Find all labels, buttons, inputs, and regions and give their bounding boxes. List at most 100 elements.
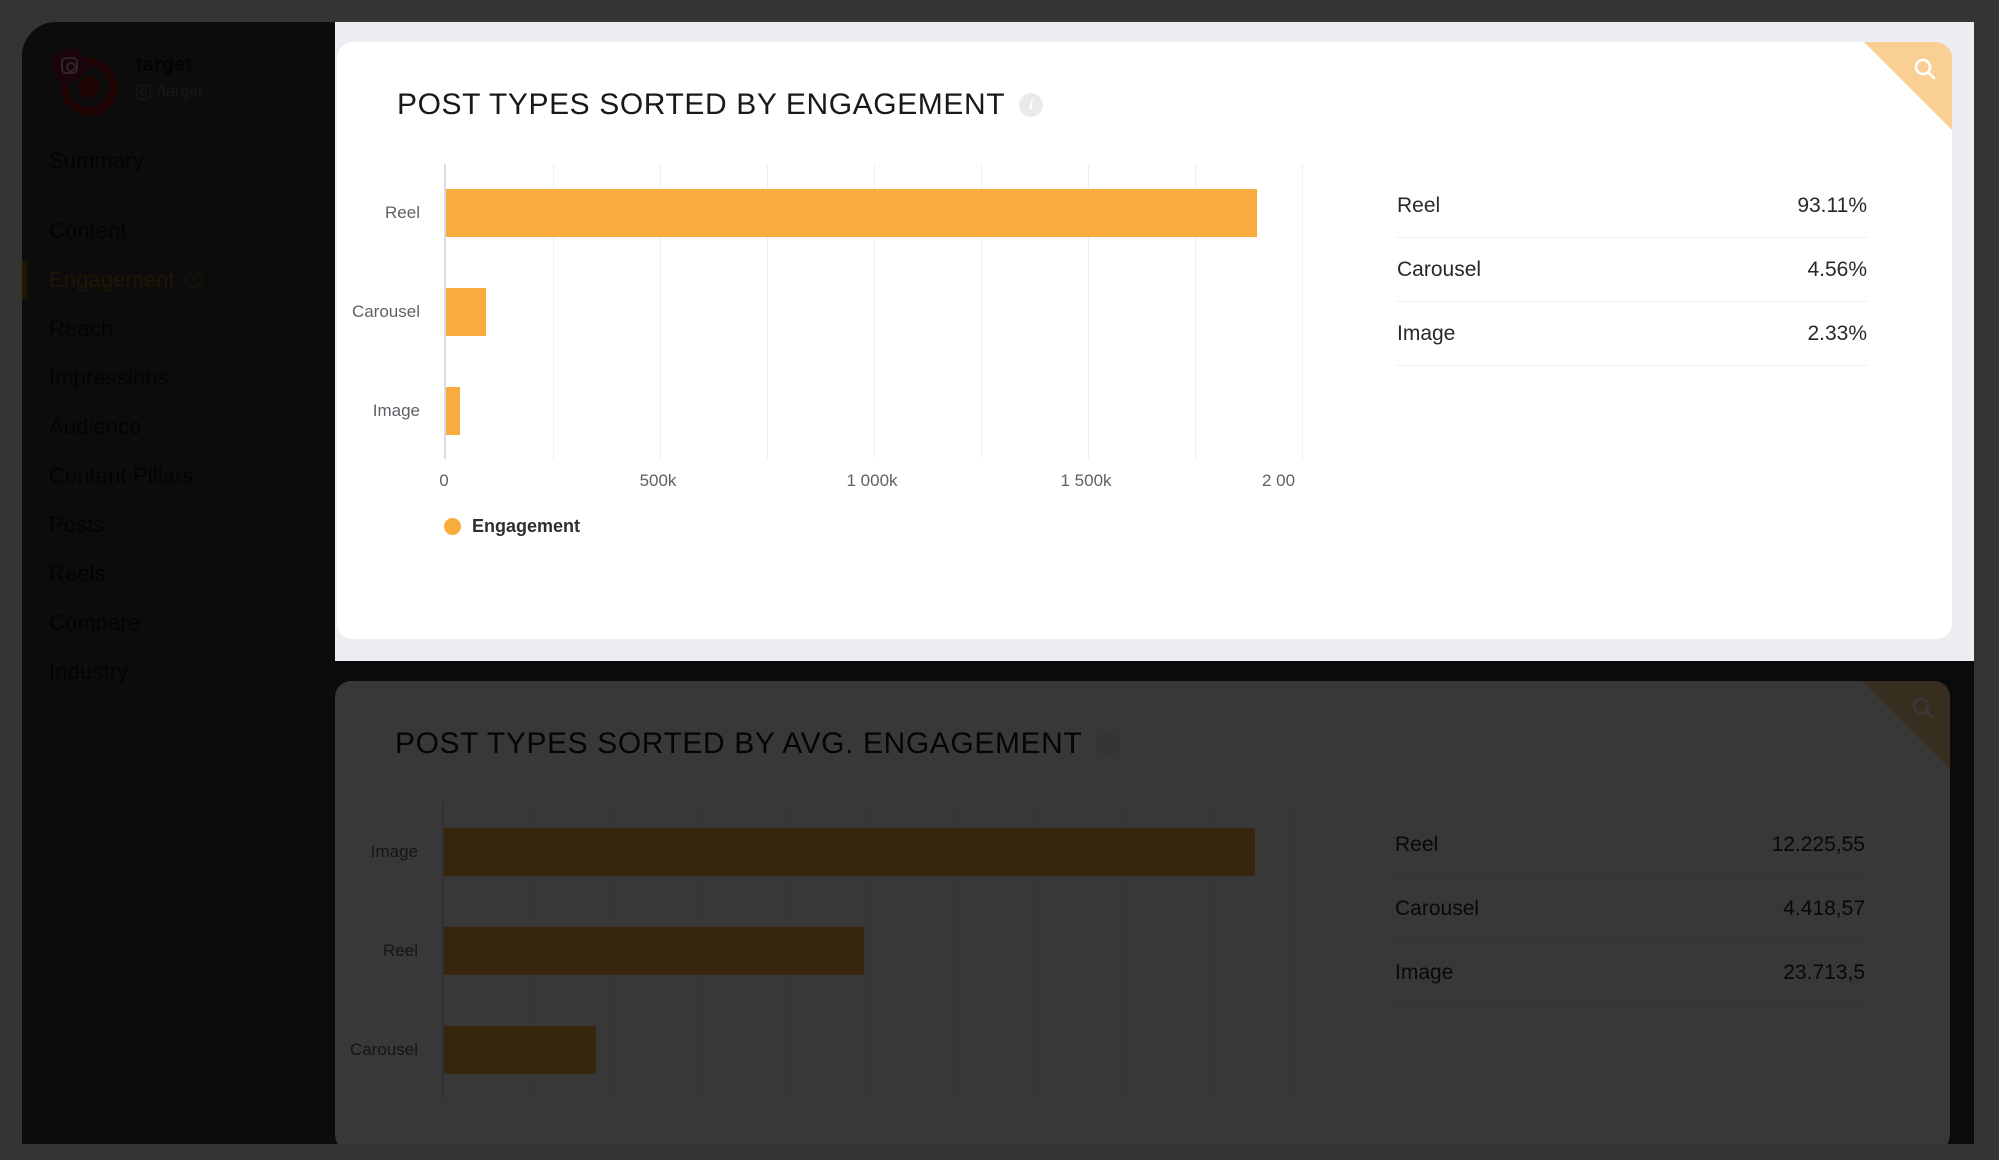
target-logo-center — [78, 76, 100, 98]
sidebar-item-label: Content — [49, 217, 127, 243]
bar-image[interactable] — [444, 828, 1255, 876]
y-axis-labels: Reel Carousel Image — [337, 164, 432, 459]
sidebar-item-impressions[interactable]: Impressions — [22, 353, 335, 402]
bar-reel[interactable] — [444, 927, 864, 975]
bar-image[interactable] — [446, 387, 460, 435]
chart-body: Image Reel Carousel Reel 12.225,55 Carou… — [335, 761, 1950, 1098]
bar-carousel[interactable] — [446, 288, 486, 336]
card-title: POST TYPES SORTED BY ENGAGEMENT — [397, 88, 1006, 121]
sidebar-item-reels[interactable]: Reels — [22, 549, 335, 598]
table-row[interactable]: Image 23.713,5 — [1395, 941, 1865, 1005]
table-row[interactable]: Image 2.33% — [1397, 302, 1867, 366]
chart-plot-wrap: Reel Carousel Image — [337, 122, 1397, 536]
sidebar-item-engagement[interactable]: Engagement ? — [22, 255, 335, 304]
bar-chart: Image Reel Carousel — [335, 803, 1395, 1098]
bar-chart: Reel Carousel Image — [337, 164, 1397, 536]
sidebar-item-summary[interactable]: Summary — [22, 136, 335, 185]
gridline — [1294, 803, 1295, 1098]
legend-label: Engagement — [472, 516, 581, 536]
stat-label: Image — [1395, 960, 1454, 984]
stat-value: 4.56% — [1807, 257, 1867, 281]
stat-value: 12.225,55 — [1771, 832, 1865, 856]
stat-label: Reel — [1397, 193, 1441, 217]
x-axis-tick-label: 1 000k — [846, 471, 898, 490]
stat-value: 93.11% — [1797, 193, 1867, 217]
card-search-ribbon[interactable] — [1864, 42, 1952, 130]
card-header: POST TYPES SORTED BY ENGAGEMENT i — [337, 42, 1952, 122]
sidebar-item-audience[interactable]: Audience — [22, 402, 335, 451]
info-icon[interactable]: i — [1019, 93, 1044, 117]
stat-value: 23.713,5 — [1783, 960, 1865, 984]
sidebar-item-label: Compare — [49, 609, 141, 635]
sidebar-item-reach[interactable]: Reach — [22, 304, 335, 353]
sidebar-item-label: Engagement — [49, 266, 175, 292]
x-axis-tick-label: 2 00 — [1262, 471, 1296, 490]
x-axis-tick-label: 1 500k — [1060, 471, 1112, 490]
sidebar-item-posts[interactable]: Posts — [22, 500, 335, 549]
card-post-types-by-avg-engagement: POST TYPES SORTED BY AVG. ENGAGEMENT i I… — [335, 681, 1950, 1144]
dim-region-top — [0, 0, 1999, 22]
plot-area — [442, 803, 1395, 1098]
sidebar-item-label: Reels — [49, 560, 106, 586]
search-icon[interactable] — [1912, 56, 1938, 82]
profile-handle-text: /target — [157, 83, 203, 100]
sidebar: target /target Summary Content Engagemen… — [22, 22, 335, 1144]
avatar — [52, 48, 120, 116]
x-axis-tick-label: 500k — [639, 471, 677, 490]
y-axis-tick-label: Image — [370, 842, 418, 861]
card-post-types-by-engagement-highlighted: POST TYPES SORTED BY ENGAGEMENT i Reel C… — [337, 42, 1952, 639]
sidebar-item-label: Industry — [49, 658, 129, 684]
profile-handle: /target — [136, 83, 202, 101]
bar-reel[interactable] — [446, 189, 1257, 237]
table-row[interactable]: Reel 12.225,55 — [1395, 813, 1865, 877]
stats-table: Reel 93.11% Carousel 4.56% Image 2.33% — [1397, 174, 1867, 366]
sidebar-item-industry[interactable]: Industry — [22, 647, 335, 696]
stat-value: 2.33% — [1807, 321, 1867, 345]
sidebar-nav: Summary Content Engagement ? Reach Impre… — [22, 130, 335, 696]
dim-region-right — [1974, 22, 1999, 661]
y-axis-tick-label: Reel — [385, 203, 420, 222]
stat-label: Carousel — [1395, 896, 1480, 920]
stat-value: 4.418,57 — [1783, 896, 1865, 920]
sidebar-item-label: Audience — [49, 413, 142, 439]
sidebar-item-label: Impressions — [49, 364, 169, 390]
sidebar-item-label: Reach — [49, 315, 114, 341]
x-axis-tick-label: 0 — [439, 471, 449, 490]
instagram-badge-icon — [52, 48, 86, 82]
card-header: POST TYPES SORTED BY AVG. ENGAGEMENT i — [335, 681, 1950, 761]
table-row[interactable]: Carousel 4.418,57 — [1395, 877, 1865, 941]
instagram-icon — [136, 84, 151, 100]
search-icon[interactable] — [1910, 695, 1936, 721]
stat-label: Image — [1397, 321, 1456, 345]
brand-header[interactable]: target /target — [22, 22, 335, 130]
y-axis-tick-label: Carousel — [349, 1040, 418, 1059]
question-mark-icon[interactable]: ? — [184, 271, 202, 288]
sidebar-item-label: Content Pillars — [49, 462, 194, 488]
sidebar-item-label: Posts — [49, 511, 105, 537]
x-axis: 0 500k 1 000k 1 500k 2 00 — [439, 459, 1397, 499]
table-row[interactable]: Reel 93.11% — [1397, 174, 1867, 238]
stat-label: Reel — [1395, 832, 1439, 856]
sidebar-item-content[interactable]: Content — [22, 206, 335, 255]
bar-carousel[interactable] — [444, 1026, 596, 1074]
legend-color-dot — [444, 518, 461, 535]
sidebar-divider — [49, 195, 311, 196]
sidebar-item-compare[interactable]: Compare — [22, 598, 335, 647]
info-icon[interactable]: i — [1096, 732, 1121, 756]
chart-body: Reel Carousel Image — [337, 122, 1952, 536]
y-axis-tick-label: Image — [372, 401, 420, 420]
stat-label: Carousel — [1397, 257, 1482, 281]
chart-legend: Engagement — [444, 516, 580, 537]
y-axis-tick-label: Reel — [383, 941, 418, 960]
stats-table: Reel 12.225,55 Carousel 4.418,57 Image 2… — [1395, 813, 1865, 1005]
plot-area — [444, 164, 1397, 459]
table-row[interactable]: Carousel 4.56% — [1397, 238, 1867, 302]
sidebar-item-content-pillars[interactable]: Content Pillars — [22, 451, 335, 500]
y-axis-labels: Image Reel Carousel — [335, 803, 430, 1098]
card-search-ribbon[interactable] — [1862, 681, 1950, 769]
sidebar-item-label: Summary — [49, 147, 144, 173]
profile-name: target — [136, 54, 193, 76]
gridline — [1302, 164, 1303, 459]
card-title: POST TYPES SORTED BY AVG. ENGAGEMENT — [395, 727, 1083, 760]
y-axis-tick-label: Carousel — [351, 302, 420, 321]
